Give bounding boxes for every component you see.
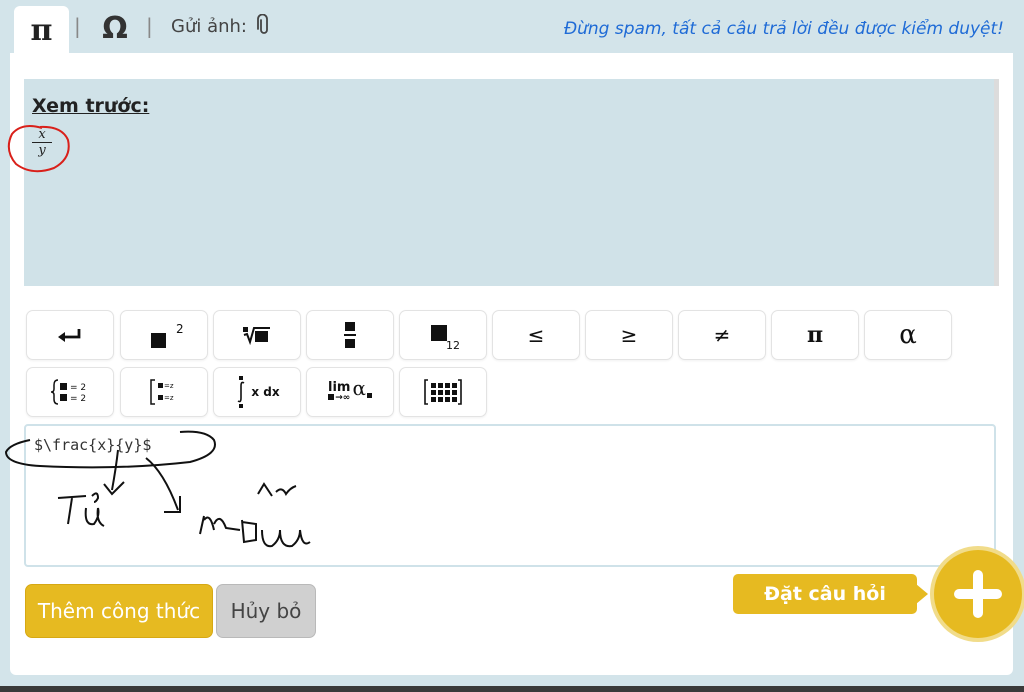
fraction-button[interactable] (306, 310, 394, 360)
limit-button[interactable]: lim →∞ α (306, 367, 394, 417)
preview-fraction: x y (32, 127, 52, 159)
fraction-denominator: y (38, 143, 46, 158)
newline-button[interactable] (26, 310, 114, 360)
power-button[interactable]: 2 (120, 310, 208, 360)
preview-title: Xem trước: (32, 95, 150, 117)
pi-button[interactable]: π (771, 310, 859, 360)
integral-label: x dx (251, 385, 280, 399)
limit-alpha: α (352, 376, 366, 400)
preview-area: Xem trước: x y (24, 79, 999, 286)
latex-input[interactable]: $\frac{x}{y}$ (24, 424, 996, 567)
limit-placeholder (366, 392, 372, 398)
subscript-label: 12 (446, 339, 460, 352)
plus-icon-vertical (973, 570, 983, 618)
tab-separator: | (74, 14, 81, 38)
integral-button[interactable]: x dx (213, 367, 301, 417)
svg-text:= 2: = 2 (70, 394, 86, 404)
formula-toolbar-tabs: π | Ω | Gửi ảnh: Đừng spam, tất cả câu t… (0, 0, 1024, 54)
cancel-button[interactable]: Hủy bỏ (216, 584, 316, 638)
bracket-equations-button[interactable]: =z =z (120, 367, 208, 417)
ask-question-pointer (916, 584, 928, 604)
tab-math-symbols[interactable]: π (14, 6, 69, 54)
matrix-button[interactable] (399, 367, 487, 417)
add-formula-button[interactable]: Thêm công thức (25, 584, 213, 638)
paperclip-icon (256, 14, 268, 34)
less-equal-button[interactable]: ≤ (492, 310, 580, 360)
fraction-numerator: x (32, 127, 52, 143)
limit-subscript: →∞ (328, 394, 350, 403)
integral-icon (237, 376, 245, 408)
matrix-icon (424, 379, 462, 405)
system-of-equations-button[interactable]: = 2 = 2 (26, 367, 114, 417)
upload-image-label: Gửi ảnh: (171, 16, 247, 37)
power-exponent-label: 2 (176, 322, 184, 336)
tab-special-characters[interactable]: Ω (99, 10, 131, 46)
upload-image-button[interactable]: Gửi ảnh: (171, 14, 271, 37)
limit-symbol: lim →∞ (328, 381, 350, 403)
root-button[interactable] (213, 310, 301, 360)
enter-icon (58, 329, 81, 342)
ask-question-fab[interactable] (934, 550, 1022, 638)
system-equations-icon: = 2 = 2 (50, 379, 86, 405)
tab-separator: | (146, 14, 153, 38)
moderation-notice: Đừng spam, tất cả câu trả lời đều được k… (563, 19, 1004, 39)
not-equal-button[interactable]: ≠ (678, 310, 766, 360)
svg-text:=z: =z (164, 394, 174, 402)
alpha-button[interactable]: α (864, 310, 952, 360)
window-bottom-edge (0, 686, 1024, 692)
subscript-button[interactable]: 12 (399, 310, 487, 360)
ask-question-label[interactable]: Đặt câu hỏi (733, 574, 917, 614)
fraction-icon (344, 322, 356, 348)
bracket-equations-icon: =z =z (150, 379, 174, 405)
nth-root-icon (243, 327, 270, 345)
svg-text:=z: =z (164, 382, 174, 390)
svg-text:= 2: = 2 (70, 383, 86, 393)
greater-equal-button[interactable]: ≥ (585, 310, 673, 360)
